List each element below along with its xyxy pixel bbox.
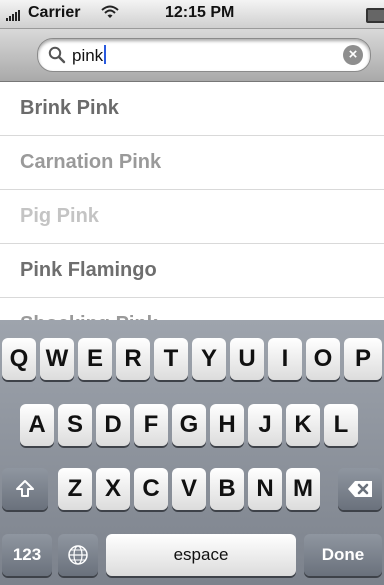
key-i[interactable]: I: [268, 338, 302, 380]
key-s[interactable]: S: [58, 404, 92, 446]
shift-key[interactable]: [2, 468, 48, 510]
key-p[interactable]: P: [344, 338, 382, 380]
key-q[interactable]: Q: [2, 338, 36, 380]
key-u[interactable]: U: [230, 338, 264, 380]
carrier-name: Carrier: [28, 4, 81, 21]
key-e[interactable]: E: [78, 338, 112, 380]
key-c[interactable]: C: [134, 468, 168, 510]
key-v[interactable]: V: [172, 468, 206, 510]
list-item-label: Brink Pink: [20, 97, 119, 119]
search-query-value: pink: [72, 46, 104, 65]
done-key[interactable]: Done: [304, 534, 382, 576]
status-time: 12:15 PM: [165, 4, 235, 21]
key-m[interactable]: M: [286, 468, 320, 510]
key-n[interactable]: N: [248, 468, 282, 510]
key-b[interactable]: B: [210, 468, 244, 510]
signal-strength-icon: [6, 9, 20, 21]
backspace-icon: [348, 481, 372, 497]
search-query-text: pink: [72, 45, 107, 66]
keyboard: Q W E R T Y U I O P A S D F G H J K L Z …: [0, 320, 384, 585]
globe-key[interactable]: [58, 534, 98, 576]
key-l[interactable]: L: [324, 404, 358, 446]
numbers-key[interactable]: 123: [2, 534, 52, 576]
search-icon: [48, 46, 66, 64]
list-item-label: Carnation Pink: [20, 151, 162, 173]
list-item-label: Pink Flamingo: [20, 259, 157, 281]
key-t[interactable]: T: [154, 338, 188, 380]
key-r[interactable]: R: [116, 338, 150, 380]
key-j[interactable]: J: [248, 404, 282, 446]
search-bar: pink ×: [0, 29, 384, 82]
list-item[interactable]: Brink Pink: [0, 82, 384, 136]
key-y[interactable]: Y: [192, 338, 226, 380]
battery-icon: [366, 8, 384, 23]
list-item[interactable]: Pink Flamingo: [0, 244, 384, 298]
key-h[interactable]: H: [210, 404, 244, 446]
status-bar: Carrier 12:15 PM: [0, 0, 384, 29]
key-d[interactable]: D: [96, 404, 130, 446]
key-k[interactable]: K: [286, 404, 320, 446]
key-x[interactable]: X: [96, 468, 130, 510]
backspace-key[interactable]: [338, 468, 382, 510]
key-a[interactable]: A: [20, 404, 54, 446]
clear-search-icon[interactable]: ×: [343, 45, 363, 65]
key-o[interactable]: O: [306, 338, 340, 380]
wifi-icon: [101, 5, 119, 18]
results-list: Brink Pink Carnation Pink Pig Pink Pink …: [0, 82, 384, 352]
globe-icon: [68, 545, 88, 565]
text-caret: [104, 45, 107, 64]
list-item[interactable]: Carnation Pink: [0, 136, 384, 190]
key-z[interactable]: Z: [58, 468, 92, 510]
list-item-label: Pig Pink: [20, 205, 99, 227]
space-key[interactable]: espace: [106, 534, 296, 576]
list-item[interactable]: Pig Pink: [0, 190, 384, 244]
key-w[interactable]: W: [40, 338, 74, 380]
key-f[interactable]: F: [134, 404, 168, 446]
app-screen: Carrier 12:15 PM pink × Brink Pink Carna…: [0, 0, 384, 585]
search-input[interactable]: pink ×: [37, 38, 371, 72]
key-g[interactable]: G: [172, 404, 206, 446]
shift-icon: [16, 480, 34, 497]
